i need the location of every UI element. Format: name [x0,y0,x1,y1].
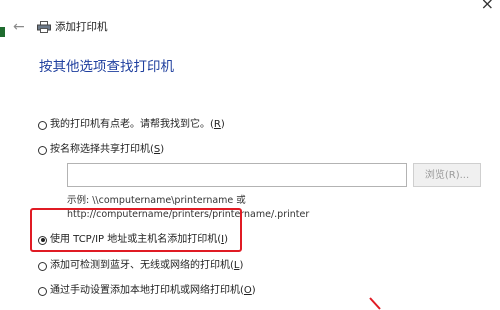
option-hotkey: (L) [230,260,244,271]
shared-printer-name-input[interactable] [67,163,407,187]
option-hotkey: (R) [210,119,225,130]
window-title: 添加打印机 [55,21,108,33]
radio-button[interactable] [38,261,47,271]
option-shared-printer-by-name[interactable]: 按名称选择共享打印机 (S) [38,143,164,157]
radio-button[interactable] [38,120,47,130]
radio-button[interactable] [38,145,47,155]
option-label: 通过手动设置添加本地打印机或网络打印机 [50,285,240,296]
example-text-line-1: 示例: \\computername\printername 或 [67,195,246,206]
option-hotkey: (O) [240,285,256,296]
printer-icon [37,21,51,33]
option-manual-local-network[interactable]: 通过手动设置添加本地打印机或网络打印机 (O) [38,284,256,298]
annotation-arrow-icon [369,297,381,310]
option-label: 我的打印机有点老。请帮我找到它。 [50,119,210,130]
option-hotkey: (S) [150,144,165,155]
window-edge-marker [0,27,5,37]
option-label: 按名称选择共享打印机 [50,144,150,155]
option-old-printer[interactable]: 我的打印机有点老。请帮我找到它。 (R) [38,118,225,132]
page-heading: 按其他选项查找打印机 [39,59,174,75]
close-button[interactable]: × [481,0,494,12]
option-label: 添加可检测到蓝牙、无线或网络的打印机 [50,260,230,271]
option-bluetooth-wireless-network[interactable]: 添加可检测到蓝牙、无线或网络的打印机 (L) [38,259,243,273]
highlight-annotation [30,208,242,252]
browse-button[interactable]: 浏览(R)... [413,163,481,187]
back-arrow-icon[interactable]: ← [13,19,25,35]
radio-button[interactable] [38,286,47,296]
